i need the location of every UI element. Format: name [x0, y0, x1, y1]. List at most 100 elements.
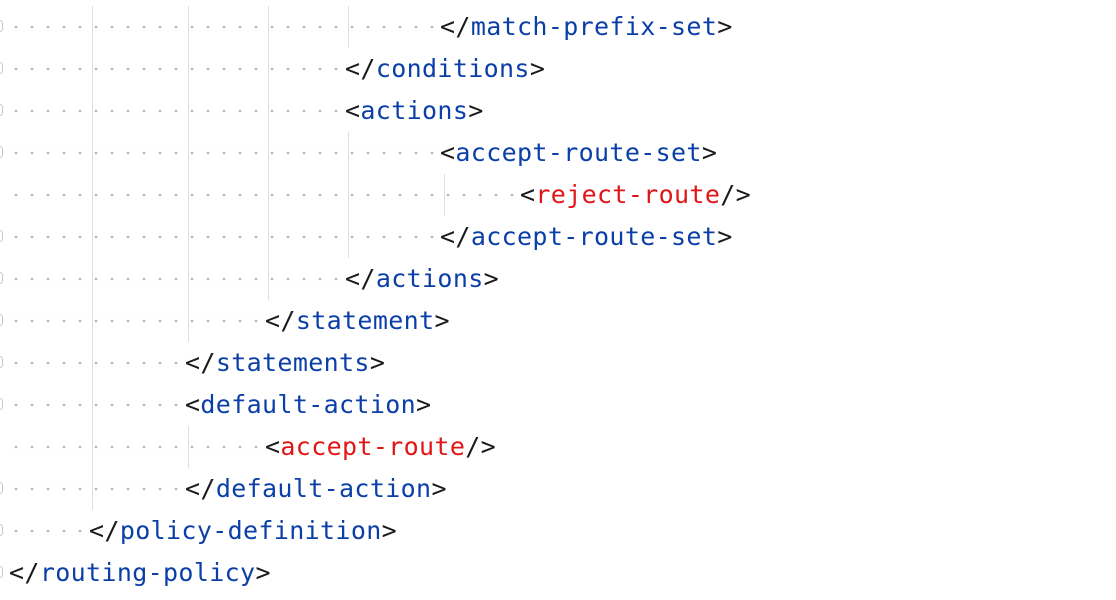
- tag-bracket: >: [529, 54, 546, 83]
- whitespace-dots: [8, 342, 180, 384]
- tag-bracket: >: [431, 474, 447, 503]
- tag-name: actions: [375, 264, 484, 293]
- code-line[interactable]: </actions>: [0, 258, 1116, 300]
- tag-name: actions: [360, 96, 469, 125]
- fold-marker-icon[interactable]: [0, 104, 3, 116]
- tag-bracket: >: [369, 348, 386, 377]
- whitespace-dots: [8, 468, 180, 510]
- xml-tag: <accept-route/>: [265, 433, 496, 461]
- indent-guide: [268, 132, 269, 174]
- indent-guide: [268, 174, 269, 216]
- indent-guide: [92, 132, 93, 174]
- code-line[interactable]: </statement>: [0, 300, 1116, 342]
- fold-marker-icon[interactable]: [0, 314, 3, 326]
- tag-bracket: >: [434, 306, 450, 335]
- code-line[interactable]: <accept-route-set>: [0, 132, 1116, 174]
- tag-bracket: >: [468, 96, 484, 125]
- whitespace-dots: [8, 384, 180, 426]
- indent-guide: [188, 258, 189, 300]
- tag-name: default-action: [215, 474, 432, 503]
- indent-guide: [92, 468, 93, 510]
- tag-bracket: >: [416, 390, 432, 419]
- tag-bracket: <: [265, 432, 281, 461]
- whitespace-dots: [8, 510, 84, 552]
- fold-marker-icon[interactable]: [0, 62, 3, 74]
- code-line[interactable]: </accept-route-set>: [0, 216, 1116, 258]
- whitespace-dots: [8, 258, 340, 300]
- whitespace-dots: [8, 6, 436, 48]
- whitespace-dots: [8, 426, 260, 468]
- indent-guide: [92, 48, 93, 90]
- tag-name: accept-route-set: [470, 222, 718, 251]
- code-line[interactable]: <reject-route/>: [0, 174, 1116, 216]
- tag-name: match-prefix-set: [470, 12, 718, 41]
- indent-guide: [188, 90, 189, 132]
- fold-marker-icon[interactable]: [0, 272, 3, 284]
- xml-tag: </statement>: [265, 307, 450, 335]
- tag-bracket: <: [345, 96, 361, 125]
- code-line[interactable]: </match-prefix-set>: [0, 6, 1116, 48]
- indent-guide: [92, 174, 93, 216]
- indent-guide: [92, 300, 93, 342]
- fold-marker-icon[interactable]: [0, 566, 3, 578]
- xml-tag: </accept-route-set>: [440, 223, 733, 251]
- tag-bracket: >: [255, 558, 271, 587]
- tag-bracket: </: [345, 54, 376, 83]
- tag-name: conditions: [375, 54, 530, 83]
- tag-name: policy-definition: [119, 516, 382, 545]
- code-line[interactable]: <accept-route/>: [0, 426, 1116, 468]
- tag-name: accept-route-set: [455, 138, 702, 167]
- indent-guide: [348, 132, 349, 174]
- tag-bracket: >: [717, 12, 733, 41]
- tag-bracket: </: [9, 558, 40, 587]
- indent-guide: [92, 426, 93, 468]
- indent-guide: [92, 384, 93, 426]
- indent-guide: [268, 6, 269, 48]
- indent-guide: [188, 6, 189, 48]
- tag-bracket: <: [520, 180, 536, 209]
- tag-bracket: <: [185, 390, 201, 419]
- code-editor[interactable]: </match-prefix-set> </conditions> <actio…: [0, 0, 1116, 600]
- tag-bracket: </: [440, 12, 471, 41]
- fold-marker-icon[interactable]: [0, 356, 3, 368]
- tag-name: default-action: [200, 390, 417, 419]
- indent-guide: [188, 216, 189, 258]
- indent-guide: [92, 216, 93, 258]
- whitespace-dots: [8, 48, 340, 90]
- xml-tag: </routing-policy>: [9, 559, 271, 587]
- code-line[interactable]: </policy-definition>: [0, 510, 1116, 552]
- tag-bracket: >: [381, 516, 398, 545]
- code-line[interactable]: <default-action>: [0, 384, 1116, 426]
- code-line[interactable]: <actions>: [0, 90, 1116, 132]
- fold-marker-icon[interactable]: [0, 230, 3, 242]
- fold-marker-icon[interactable]: [0, 524, 3, 536]
- indent-guide: [92, 258, 93, 300]
- indent-guide: [92, 6, 93, 48]
- xml-tag: </conditions>: [345, 55, 545, 83]
- tag-bracket: </: [265, 306, 296, 335]
- indent-guide: [188, 426, 189, 468]
- indent-guide: [348, 6, 349, 48]
- indent-guide: [188, 174, 189, 216]
- indent-guide: [188, 48, 189, 90]
- tag-bracket: <: [440, 138, 456, 167]
- whitespace-dots: [8, 90, 340, 132]
- tag-name: reject-route: [535, 180, 721, 209]
- indent-guide: [188, 300, 189, 342]
- code-line[interactable]: </statements>: [0, 342, 1116, 384]
- fold-marker-icon[interactable]: [0, 482, 3, 494]
- fold-marker-icon[interactable]: [0, 398, 3, 410]
- fold-marker-icon[interactable]: [0, 146, 3, 158]
- code-line[interactable]: </conditions>: [0, 48, 1116, 90]
- xml-tag: </policy-definition>: [89, 517, 397, 545]
- tag-bracket: >: [701, 138, 718, 167]
- code-line[interactable]: </default-action>: [0, 468, 1116, 510]
- xml-tag: <actions>: [345, 97, 484, 125]
- xml-tag: <default-action>: [185, 391, 431, 419]
- code-line[interactable]: </routing-policy>: [0, 552, 1116, 594]
- fold-marker-icon[interactable]: [0, 20, 3, 32]
- indent-guide: [348, 216, 349, 258]
- indent-guide: [268, 258, 269, 300]
- tag-bracket: >: [483, 264, 500, 293]
- xml-tag: </statements>: [185, 349, 385, 377]
